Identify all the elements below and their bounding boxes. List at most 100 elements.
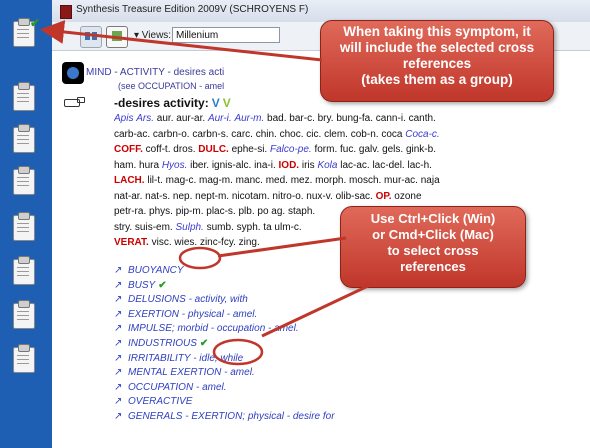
- remedy-segment[interactable]: Aur-m.: [234, 113, 264, 124]
- remedy-segment[interactable]: Hyos.: [162, 160, 188, 171]
- remedy-segment[interactable]: VERAT.: [114, 237, 149, 248]
- path-mind[interactable]: MIND: [86, 67, 112, 78]
- v-marker-blue: V: [211, 96, 220, 110]
- remedy-segment: carb-ac. carbn-o. carbn-s. carc. chin. c…: [114, 128, 406, 140]
- remedy-segment[interactable]: LACH.: [114, 175, 145, 186]
- cross-reference-text[interactable]: GENERALS - EXERTION; physical - desire f…: [128, 411, 335, 422]
- v-marker-green: V: [222, 96, 231, 110]
- remedy-line: Apis Ars. aur. aur-ar. Aur-i. Aur-m. bad…: [114, 111, 584, 127]
- clipboard-icon[interactable]: [10, 344, 38, 373]
- callout-line: or Cmd+Click (Mac): [372, 227, 494, 242]
- cross-ref-arrow-icon: ↗: [114, 410, 123, 422]
- remedy-segment[interactable]: Aur-i.: [208, 113, 232, 124]
- remedy-segment: ham. hura: [114, 159, 162, 171]
- callout-group-info: When taking this symptom, it will include…: [320, 20, 554, 102]
- remedy-segment[interactable]: DULC.: [198, 144, 229, 155]
- clipboard-icon[interactable]: [10, 256, 38, 285]
- cross-reference-text[interactable]: OVERACTIVE: [128, 396, 192, 407]
- callout-line: references: [402, 56, 472, 71]
- checkmark-icon: ✔: [158, 279, 167, 291]
- clipboard-icon[interactable]: [10, 166, 38, 195]
- cross-ref-arrow-icon: ↗: [114, 396, 123, 408]
- cross-reference-item[interactable]: ↗ GENERALS - EXERTION; physical - desire …: [114, 410, 584, 425]
- remedy-segment: ephe-si.: [228, 144, 270, 155]
- cross-reference-item[interactable]: ↗ IRRITABILITY - idle, while: [114, 352, 584, 367]
- callout-line: to select cross: [387, 243, 479, 258]
- remedy-segment: form. fuc. galv. gels. gink-b.: [311, 144, 436, 155]
- views-label: ▾ Views:: [134, 30, 172, 41]
- callout-line: will include the selected cross: [339, 40, 535, 55]
- remedy-segment: iber. ignis-alc. ina-i.: [187, 159, 279, 171]
- remedy-line: LACH. lil-t. mag-c. mag-m. manc. med. me…: [114, 173, 584, 189]
- left-sidebar: ✔: [0, 0, 52, 448]
- remedy-segment: coff-t. dros.: [142, 144, 199, 155]
- cross-reference-item[interactable]: ↗ EXERTION - physical - amel.: [114, 308, 584, 323]
- callout-line: references: [400, 259, 466, 274]
- rubric-subpath: (see OCCUPATION - amel: [118, 81, 225, 91]
- remedy-segment[interactable]: Ars.: [136, 113, 154, 124]
- remedy-line: nat-ar. nat-s. nep. nept-m. nicotam. nit…: [114, 189, 584, 205]
- cross-ref-arrow-icon: ↗: [114, 337, 123, 349]
- clipboard-icon[interactable]: [10, 212, 38, 241]
- remedy-segment[interactable]: Apis: [114, 113, 133, 124]
- remedy-line: carb-ac. carbn-o. carbn-s. carc. chin. c…: [114, 127, 584, 143]
- cross-reference-text[interactable]: OCCUPATION - amel.: [128, 382, 227, 393]
- cross-reference-text[interactable]: BUSY: [128, 280, 155, 291]
- remedy-line: COFF. coff-t. dros. DULC. ephe-si. Falco…: [114, 142, 584, 158]
- remedy-segment: lac-ac. lac-del. lac-h.: [337, 159, 432, 171]
- clipboard-icon[interactable]: [10, 300, 38, 329]
- cross-ref-arrow-icon: ↗: [114, 352, 123, 364]
- app-icon: [60, 5, 72, 19]
- callout-line: (takes them as a group): [361, 72, 513, 87]
- remedy-segment: visc. wies. zinc-fcy. zing.: [148, 237, 260, 248]
- cross-ref-arrow-icon: ↗: [114, 279, 123, 291]
- cross-reference-text[interactable]: IMPULSE; morbid - occupation - amel.: [128, 323, 299, 334]
- clipboard-checked-icon[interactable]: ✔: [10, 16, 40, 47]
- window-title: Synthesis Treasure Edition 2009V (SCHROY…: [76, 4, 309, 15]
- remedy-segment[interactable]: Sulph.: [175, 222, 203, 233]
- remedy-segment[interactable]: Kola: [317, 160, 337, 171]
- cross-reference-item[interactable]: ↗ IMPULSE; morbid - occupation - amel.: [114, 322, 584, 337]
- cross-reference-text[interactable]: IRRITABILITY - idle, while: [128, 353, 243, 364]
- cross-ref-arrow-icon: ↗: [114, 367, 123, 379]
- remedy-segment: lil-t. mag-c. mag-m. manc. med. mez. mor…: [144, 175, 440, 186]
- cross-ref-arrow-icon: ↗: [114, 294, 123, 306]
- cross-reference-item[interactable]: ↗ OVERACTIVE: [114, 395, 584, 410]
- cross-reference-item[interactable]: ↗ MENTAL EXERTION - amel.: [114, 366, 584, 381]
- clipboard-icon[interactable]: [10, 124, 38, 153]
- remedy-line: ham. hura Hyos. iber. ignis-alc. ina-i. …: [114, 158, 584, 174]
- book-icon: [62, 62, 84, 84]
- remedy-segment[interactable]: Falco-pe.: [270, 144, 312, 155]
- rubric-path[interactable]: MIND - ACTIVITY - desires acti: [86, 67, 224, 78]
- remedy-segment: sumb. syph. ta ulm-c.: [203, 221, 302, 233]
- cross-reference-text[interactable]: MENTAL EXERTION - amel.: [128, 367, 255, 378]
- remedy-segment: nat-ar. nat-s. nep. nept-m. nicotam. nit…: [114, 190, 376, 202]
- clipboard-toolbar-icon[interactable]: [106, 26, 128, 48]
- cross-reference-text[interactable]: INDUSTRIOUS: [128, 338, 197, 349]
- cross-reference-item[interactable]: ↗ DELUSIONS - activity, with: [114, 293, 584, 308]
- cross-ref-arrow-icon: ↗: [114, 265, 123, 276]
- remedy-segment: aur. aur-ar.: [154, 113, 208, 124]
- cross-reference-list: ↗ BUOYANCY ↗ BUSY ✔ ↗ DELUSIONS - activity, wi…: [114, 264, 584, 425]
- cross-reference-text[interactable]: BUOYANCY: [128, 265, 184, 276]
- rubric-title[interactable]: -desires activity: V V: [114, 96, 231, 110]
- callout-line: When taking this symptom, it: [343, 24, 531, 39]
- cross-reference-item[interactable]: ↗ OCCUPATION - amel.: [114, 381, 584, 396]
- remedy-segment[interactable]: IOD.: [279, 160, 300, 171]
- remedy-segment[interactable]: COFF.: [114, 144, 143, 155]
- cross-reference-text[interactable]: DELUSIONS - activity, with: [128, 294, 248, 305]
- checkmark-icon: ✔: [199, 337, 209, 349]
- remedy-segment[interactable]: OP.: [376, 191, 392, 202]
- cross-ref-arrow-icon: ↗: [114, 308, 123, 320]
- remedy-segment[interactable]: Coca-c.: [405, 129, 439, 140]
- hand-pointer-icon: [64, 94, 85, 110]
- callout-line: Use Ctrl+Click (Win): [370, 211, 496, 226]
- remedy-segment: bad. bar-c. bry. bung-fa. cann-i. canth.: [264, 113, 436, 124]
- views-select[interactable]: Millenium: [172, 27, 280, 43]
- cross-reference-text[interactable]: EXERTION - physical - amel.: [128, 309, 257, 320]
- cross-ref-arrow-icon: ↗: [114, 323, 123, 335]
- path-rest[interactable]: - ACTIVITY - desires acti: [114, 67, 224, 78]
- cross-reference-item[interactable]: ↗ INDUSTRIOUS ✔: [114, 337, 584, 352]
- binoculars-icon[interactable]: [80, 26, 102, 48]
- clipboard-icon[interactable]: [10, 82, 38, 111]
